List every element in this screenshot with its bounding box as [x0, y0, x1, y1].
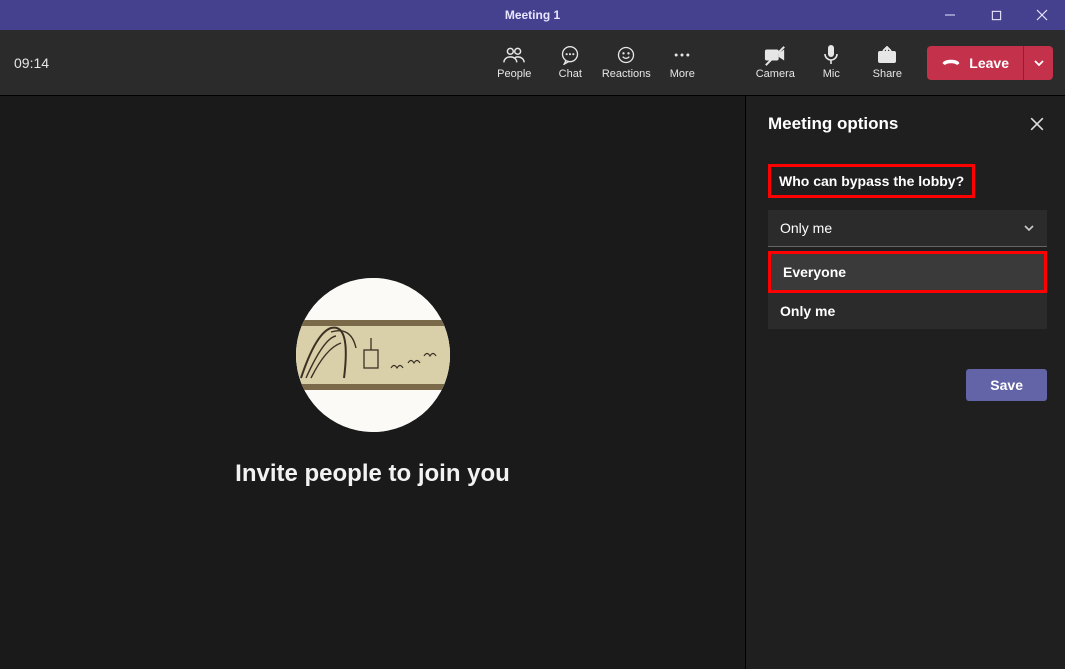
leave-chevron-button[interactable] — [1023, 46, 1053, 80]
select-value: Only me — [780, 220, 832, 236]
chat-icon — [560, 45, 580, 65]
camera-label: Camera — [756, 68, 795, 80]
chat-button[interactable]: Chat — [542, 30, 598, 95]
save-button[interactable]: Save — [966, 369, 1047, 401]
toolbar-group-av: Camera Mic Share — [747, 30, 915, 95]
share-label: Share — [873, 68, 902, 80]
more-label: More — [670, 68, 695, 80]
chevron-down-icon — [1033, 57, 1045, 69]
titlebar: Meeting 1 — [0, 0, 1065, 30]
panel-close-button[interactable] — [1027, 114, 1047, 134]
window-title: Meeting 1 — [505, 8, 560, 22]
reactions-icon — [616, 45, 636, 65]
option-only-me[interactable]: Only me — [768, 293, 1047, 329]
more-button[interactable]: More — [654, 30, 710, 95]
people-label: People — [497, 68, 531, 80]
reactions-button[interactable]: Reactions — [598, 30, 654, 95]
mic-icon — [822, 45, 840, 65]
people-button[interactable]: People — [486, 30, 542, 95]
save-label: Save — [990, 377, 1023, 393]
bypass-lobby-dropdown: Everyone Only me — [768, 251, 1047, 329]
meeting-stage: Invite people to join you — [0, 96, 745, 669]
meeting-toolbar: 09:14 People Chat Reactions More — [0, 30, 1065, 96]
toolbar-group-actions: People Chat Reactions More — [486, 30, 710, 95]
camera-off-icon — [764, 45, 786, 65]
reactions-label: Reactions — [602, 68, 651, 80]
bypass-lobby-label: Who can bypass the lobby? — [768, 164, 975, 198]
option-label: Everyone — [783, 264, 846, 280]
share-button[interactable]: Share — [859, 30, 915, 95]
maximize-button[interactable] — [973, 0, 1019, 30]
meeting-options-panel: Meeting options Who can bypass the lobby… — [745, 96, 1065, 669]
window-controls — [927, 0, 1065, 30]
leave-button[interactable]: Leave — [927, 46, 1023, 80]
content-area: Invite people to join you Meeting option… — [0, 96, 1065, 669]
hangup-icon — [941, 54, 961, 71]
leave-group: Leave — [927, 46, 1053, 80]
more-icon — [672, 45, 692, 65]
option-label: Only me — [780, 303, 835, 319]
avatar-image — [296, 278, 450, 432]
mic-button[interactable]: Mic — [803, 30, 859, 95]
people-icon — [503, 45, 525, 65]
close-icon — [1030, 117, 1044, 131]
bypass-lobby-select[interactable]: Only me — [768, 210, 1047, 247]
mic-label: Mic — [823, 68, 840, 80]
share-icon — [877, 45, 897, 65]
invite-heading: Invite people to join you — [235, 460, 510, 488]
chevron-down-icon — [1023, 222, 1035, 234]
avatar — [296, 278, 450, 432]
chat-label: Chat — [559, 68, 582, 80]
close-button[interactable] — [1019, 0, 1065, 30]
meeting-timer: 09:14 — [14, 55, 49, 71]
panel-title: Meeting options — [768, 114, 898, 134]
option-everyone[interactable]: Everyone — [768, 251, 1047, 293]
panel-header: Meeting options — [768, 114, 1047, 134]
leave-label: Leave — [969, 55, 1009, 71]
camera-button[interactable]: Camera — [747, 30, 803, 95]
minimize-button[interactable] — [927, 0, 973, 30]
